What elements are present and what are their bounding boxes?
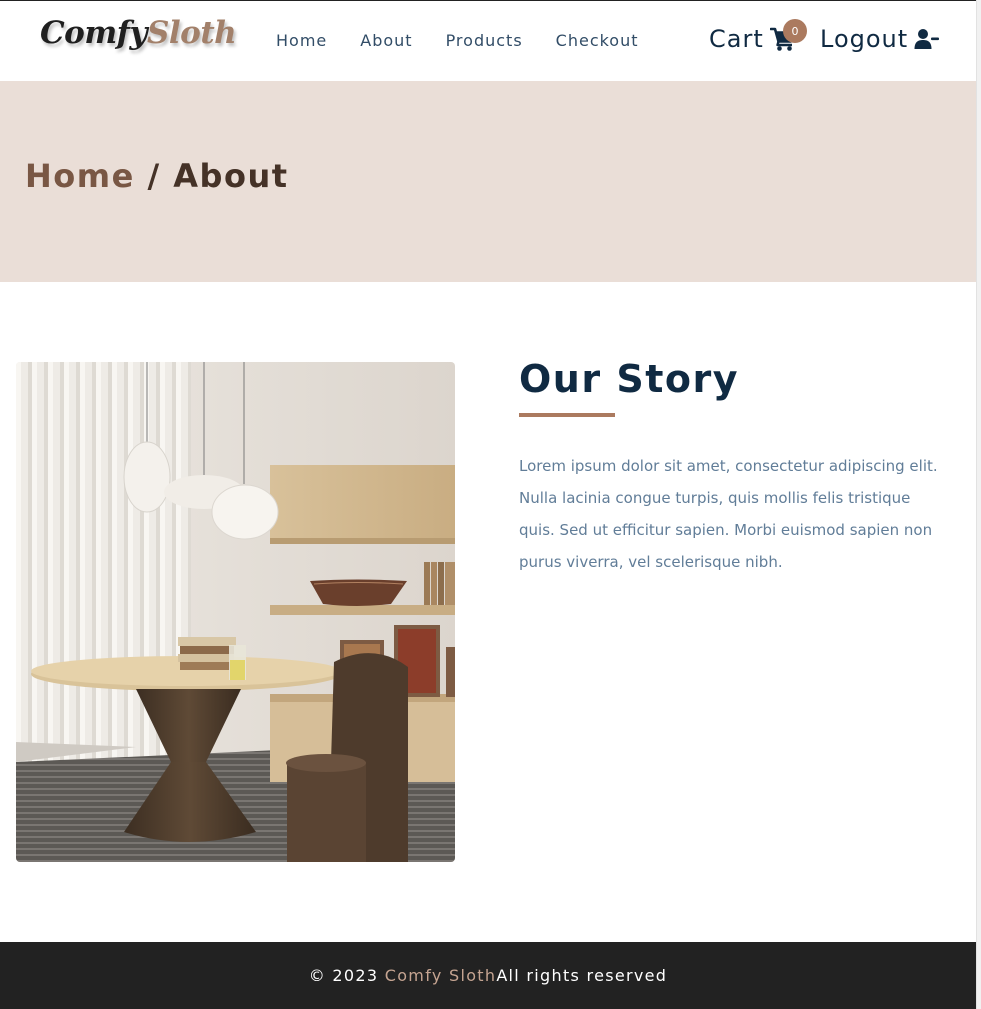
logo-part-2: Sloth	[147, 15, 237, 51]
nav-links: Home About Products Checkout	[276, 31, 639, 50]
cart-label: Cart	[709, 25, 764, 53]
breadcrumb-current: About	[173, 157, 289, 195]
footer-text: © 2023 Comfy SlothAll rights reserved	[309, 966, 668, 985]
nav-link-checkout[interactable]: Checkout	[556, 31, 639, 50]
story-text: Lorem ipsum dolor sit amet, consectetur …	[519, 457, 938, 571]
title-underline	[519, 413, 615, 417]
breadcrumb-home-link[interactable]: Home	[25, 157, 135, 195]
footer-brand: Comfy Sloth	[384, 966, 497, 985]
breadcrumb: Home / About	[25, 157, 289, 195]
cart-button[interactable]: Cart 0	[709, 19, 807, 53]
page: ComfySloth Home About Products Checkout …	[0, 0, 976, 1009]
footer: © 2023 Comfy SlothAll rights reserved	[0, 942, 976, 1009]
story-image	[16, 362, 455, 862]
scrollbar[interactable]	[976, 0, 981, 1009]
nav-link-about[interactable]: About	[360, 31, 412, 50]
logout-button[interactable]: Logout	[820, 25, 940, 53]
nav-link-home[interactable]: Home	[276, 31, 327, 50]
logo[interactable]: ComfySloth	[40, 15, 237, 51]
story-title: Our Story	[519, 357, 739, 401]
breadcrumb-separator: /	[134, 157, 174, 195]
footer-copyright: © 2023	[308, 966, 379, 985]
user-minus-icon	[914, 27, 940, 51]
nav-link-products[interactable]: Products	[446, 31, 523, 50]
logo-part-1: Comfy	[40, 15, 148, 51]
hero-banner: Home / About	[0, 81, 976, 282]
logout-label: Logout	[820, 25, 909, 53]
footer-rights: All rights reserved	[496, 966, 668, 985]
navbar: ComfySloth Home About Products Checkout …	[0, 1, 976, 81]
cart-count-badge: 0	[783, 19, 807, 43]
